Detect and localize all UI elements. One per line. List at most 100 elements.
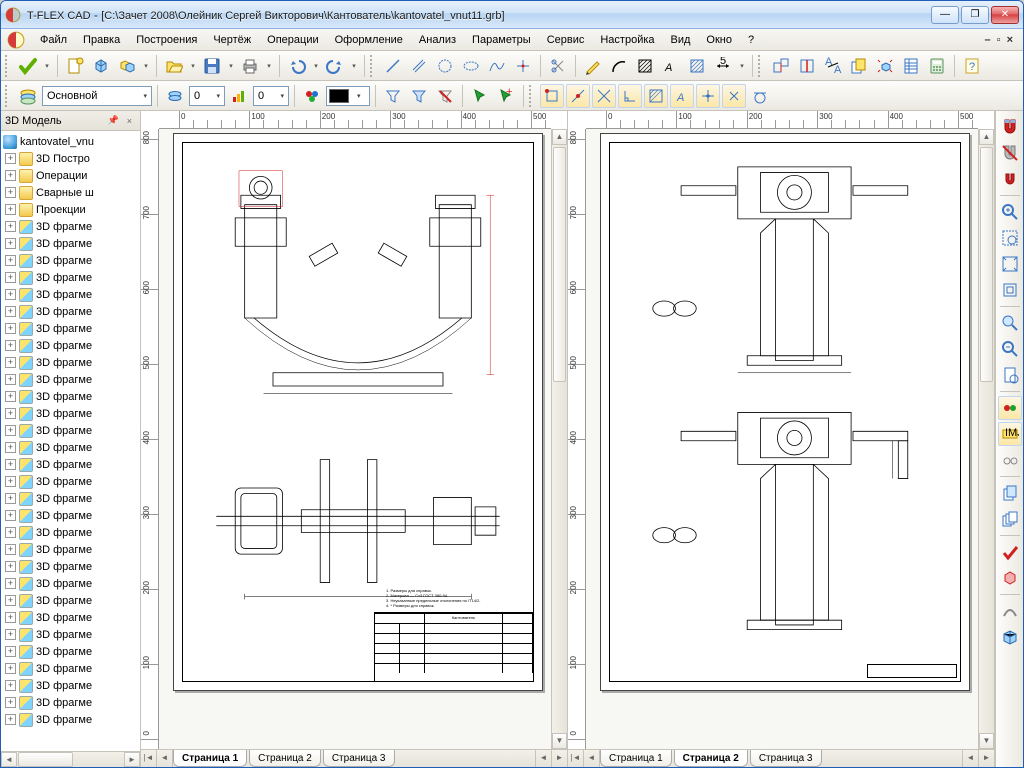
copy-view-button[interactable] [847,54,871,78]
tree-row[interactable]: +3D фрагме [1,541,140,558]
tree-row[interactable]: +3D фрагме [1,711,140,728]
page-prev-button[interactable]: ◄ [584,750,600,767]
section-button[interactable] [795,54,819,78]
dim-dropdown[interactable]: ▾ [737,62,747,70]
menu-file[interactable]: Файл [33,32,74,48]
vscrollbar-right[interactable]: ▲▼ [978,129,994,749]
priority-icon[interactable] [227,84,251,108]
filter-clear-button[interactable] [433,84,457,108]
zoom-realtime-icon[interactable] [998,311,1022,335]
zoom-window-icon[interactable] [998,226,1022,250]
tree-row[interactable]: +Операции [1,167,140,184]
filter2-button[interactable] [407,84,431,108]
toolbar-grip-icon[interactable] [529,85,535,107]
toolbar-grip-icon[interactable] [758,55,764,77]
tree-row[interactable]: +3D фрагме [1,235,140,252]
ellipse-button[interactable] [459,54,483,78]
new-dropdown[interactable]: ▾ [141,62,151,70]
detail-view-button[interactable]: AA [821,54,845,78]
panel-close-icon[interactable]: × [123,116,136,126]
snap-text-button[interactable]: A [670,84,694,108]
tree-row[interactable]: +3D фрагме [1,558,140,575]
tree-row[interactable]: +3D фрагме [1,660,140,677]
color-picker-icon[interactable] [300,84,324,108]
zoom-fit-icon[interactable] [998,252,1022,276]
hscroll-right-button[interactable]: ► [551,750,567,767]
circle-button[interactable] [433,54,457,78]
page-first-button[interactable]: |◄ [141,750,157,767]
tree-row[interactable]: +3D фрагме [1,609,140,626]
tree-row[interactable]: +3D фрагме [1,694,140,711]
new-assembly-button[interactable] [115,54,139,78]
zoom-extents-icon[interactable] [998,278,1022,302]
mdi-minimize-button[interactable]: – [985,34,991,46]
menu-service[interactable]: Сервис [540,32,592,48]
canvas-left[interactable]: 1. Размеры для справок.2. Материал — Ст3… [159,129,551,749]
menu-analysis[interactable]: Анализ [412,32,463,48]
select-add-button[interactable]: + [494,84,518,108]
hscroll-right-button[interactable]: ► [978,750,994,767]
new-doc-button[interactable] [63,54,87,78]
vscrollbar-left[interactable]: ▲▼ [551,129,567,749]
toolbar-grip-icon[interactable] [5,55,11,77]
page-tab[interactable]: Страница 3 [750,750,822,767]
hscroll-left-button[interactable]: ◄ [962,750,978,767]
hatch-button[interactable] [633,54,657,78]
page-first-button[interactable]: |◄ [568,750,584,767]
tree-row[interactable]: +3D фрагме [1,677,140,694]
glasses-icon[interactable] [998,448,1022,472]
tree-row[interactable]: +3D фрагме [1,490,140,507]
select-arrow-button[interactable] [468,84,492,108]
open-dropdown[interactable]: ▾ [188,62,198,70]
zoom-page-icon[interactable] [998,363,1022,387]
magnet-off-icon[interactable] [998,141,1022,165]
snap-hatch-button[interactable] [644,84,668,108]
snap-tangent-button[interactable] [748,84,772,108]
apply-button[interactable] [16,54,40,78]
menu-view[interactable]: Вид [664,32,698,48]
undo-button[interactable] [285,54,309,78]
tree-hscrollbar[interactable]: ◄► [1,751,140,767]
line-button[interactable] [381,54,405,78]
menu-construct[interactable]: Построения [129,32,204,48]
page-tab[interactable]: Страница 3 [323,750,395,767]
tree-row[interactable]: +3D фрагме [1,269,140,286]
page-tab[interactable]: Страница 1 [600,750,672,767]
menu-operations[interactable]: Операции [260,32,325,48]
trim-button[interactable] [546,54,570,78]
save-button[interactable] [200,54,224,78]
ruler-horizontal[interactable]: 0100200300400500 [586,111,978,129]
priority-combo[interactable]: 0▾ [253,86,289,106]
tree-row[interactable]: +3D фрагме [1,439,140,456]
page-tab[interactable]: Страница 1 [173,750,247,767]
tree-row[interactable]: +Проекции [1,201,140,218]
pages-icon[interactable] [998,507,1022,531]
ruler-vertical[interactable]: 8007006005004003002001000 [568,129,586,749]
apply-dropdown[interactable]: ▾ [42,62,52,70]
magnet-mini-icon[interactable] [998,167,1022,191]
page-tab[interactable]: Страница 2 [249,750,321,767]
redo-button[interactable] [323,54,347,78]
hatch2-button[interactable] [685,54,709,78]
magnet-snap-icon[interactable] [998,115,1022,139]
spline-button[interactable] [485,54,509,78]
tree-row[interactable]: +3D фрагме [1,456,140,473]
tree-row[interactable]: +3D фрагме [1,507,140,524]
tree-row[interactable]: +3D фрагме [1,405,140,422]
help-button[interactable]: ? [960,54,984,78]
layer-combo[interactable]: Основной▾ [42,86,152,106]
tree-row[interactable]: +3D фрагме [1,524,140,541]
ruler-vertical[interactable]: 8007006005004003002001000 [141,129,159,749]
menu-edit[interactable]: Правка [76,32,127,48]
ruler-horizontal[interactable]: 0100200300400500 [159,111,551,129]
print-button[interactable] [238,54,262,78]
view-mode-icon[interactable] [998,396,1022,420]
menu-layout[interactable]: Оформление [328,32,410,48]
tree-row[interactable]: +3D фрагме [1,592,140,609]
close-button[interactable]: ✕ [991,6,1019,24]
annotation-icon[interactable]: IMJ [998,422,1022,446]
explode-button[interactable] [873,54,897,78]
tree-row[interactable]: +3D фрагме [1,371,140,388]
zoom-out-icon[interactable] [998,337,1022,361]
toolbar-grip-icon[interactable] [370,55,376,77]
